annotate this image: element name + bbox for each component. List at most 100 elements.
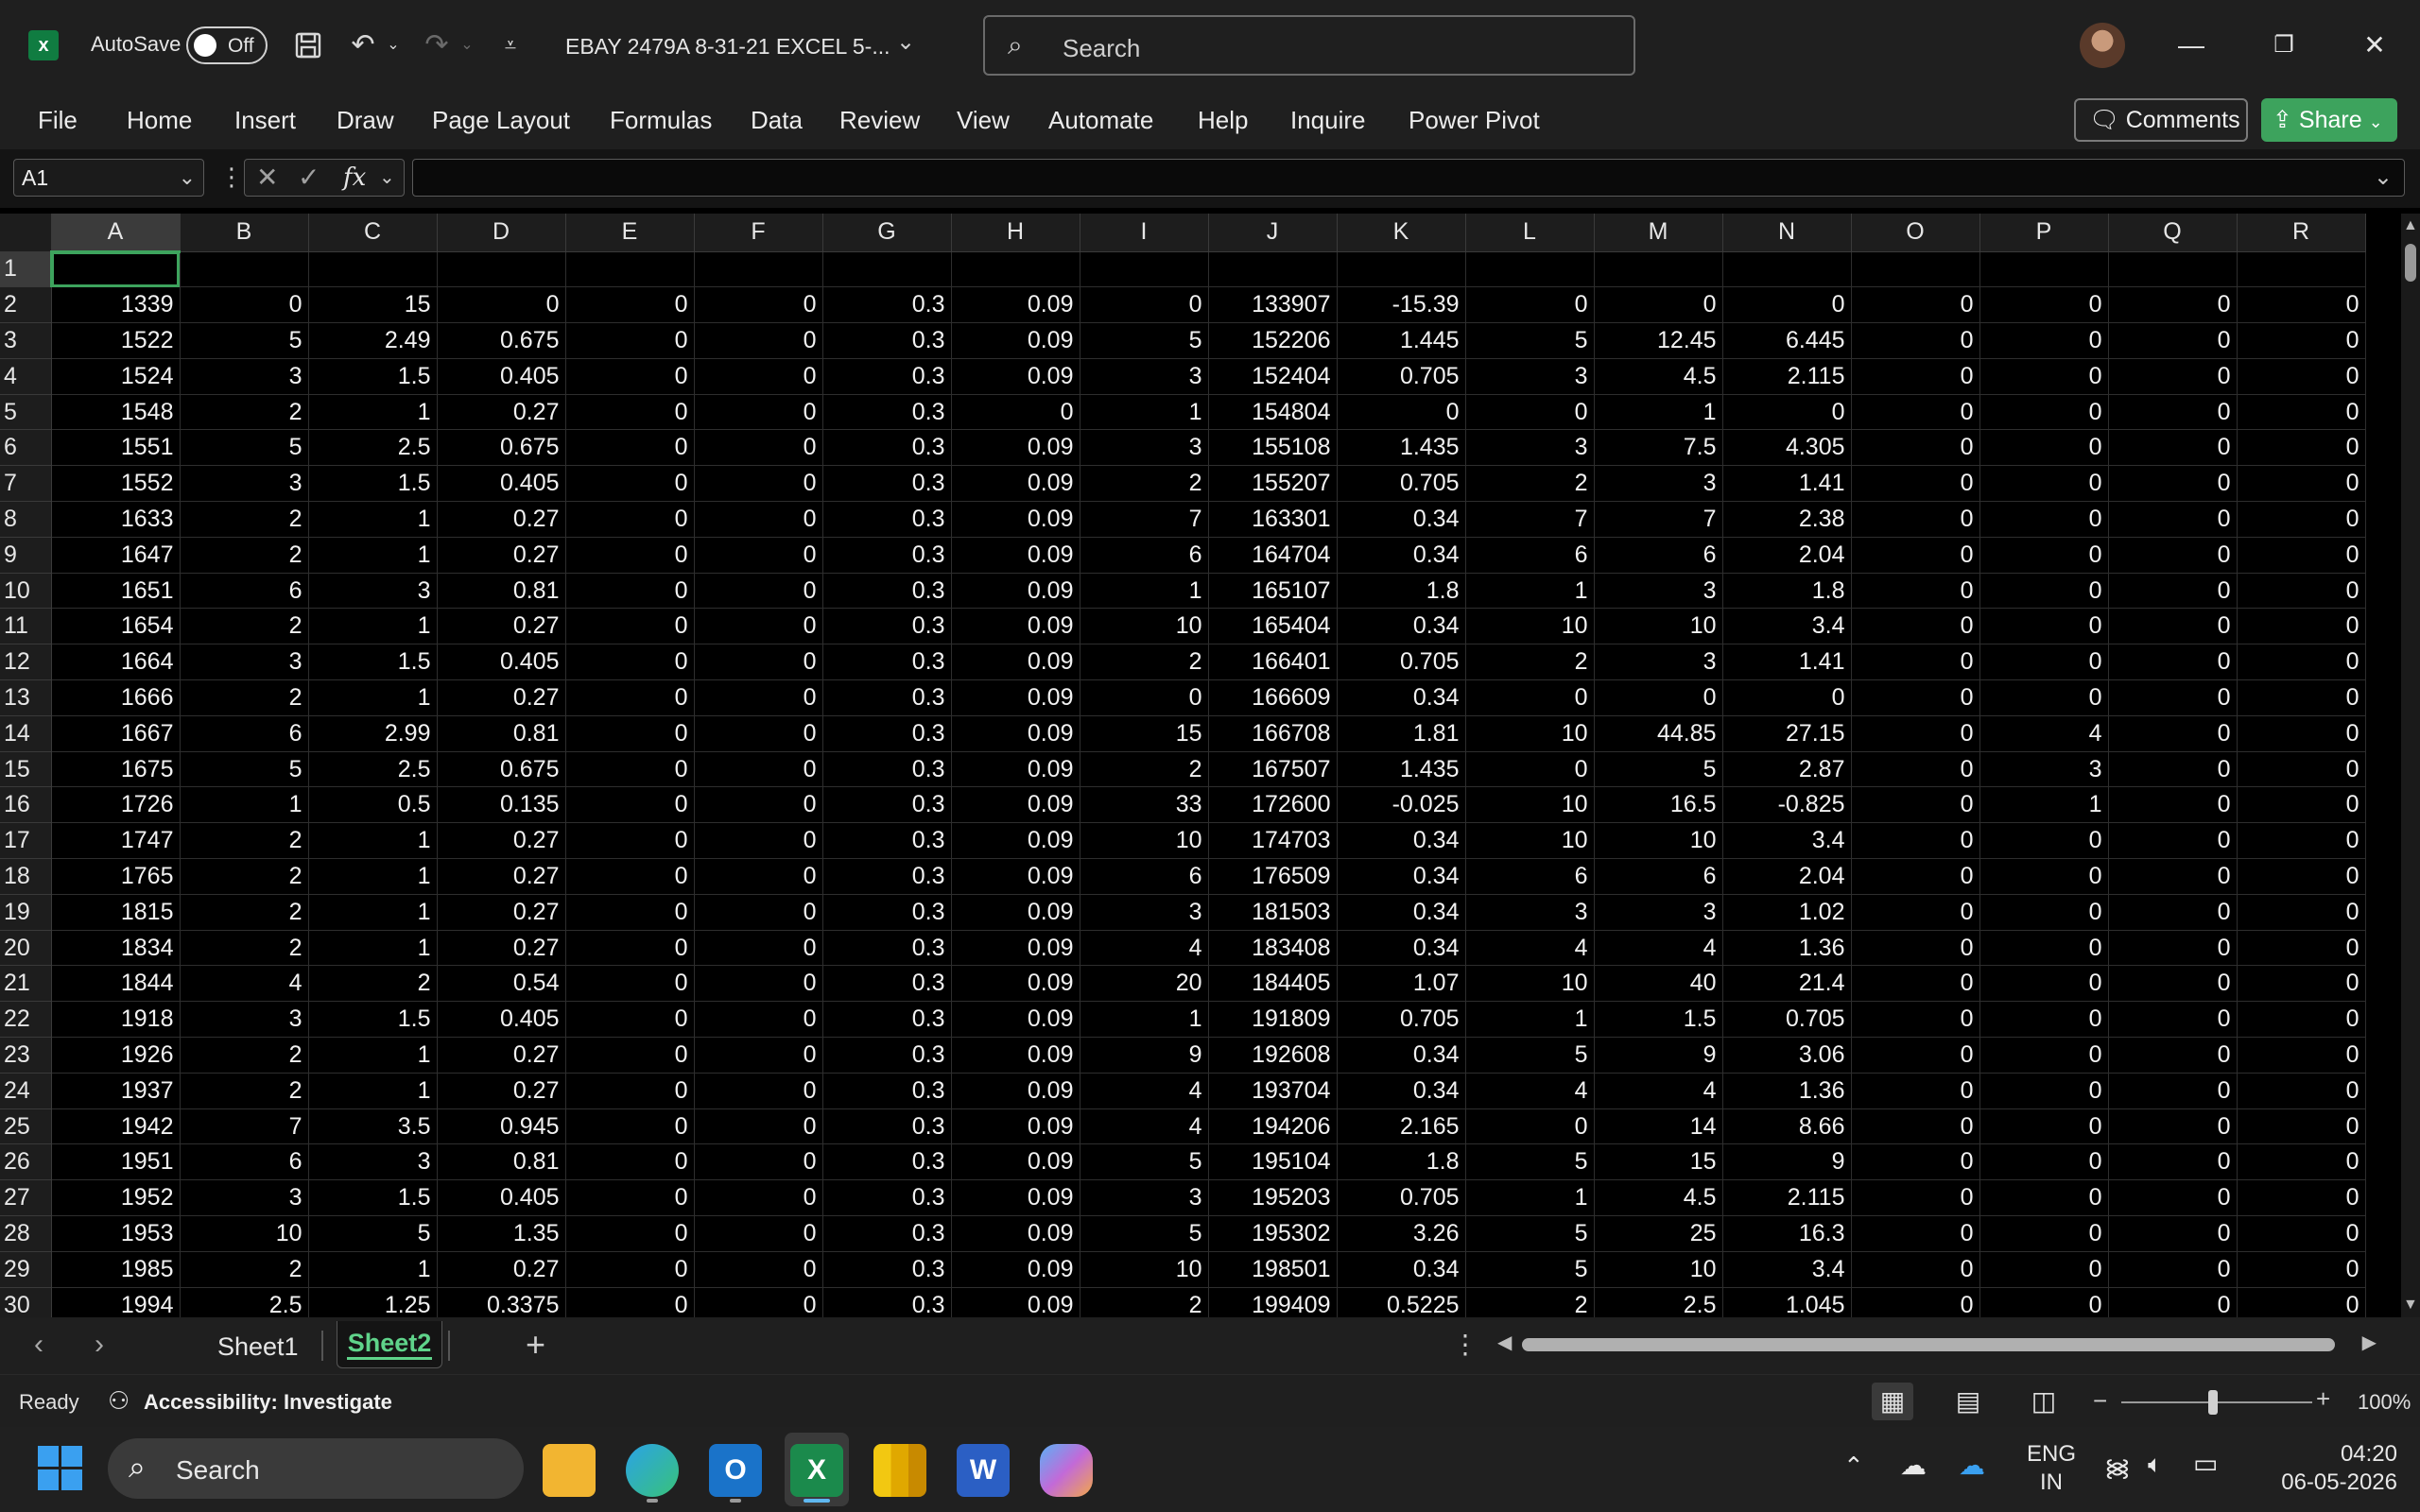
cell-q1[interactable]: [2108, 251, 2238, 288]
cell-i6[interactable]: 3: [1080, 429, 1209, 467]
cell-q12[interactable]: 0: [2108, 644, 2238, 681]
cell-k17[interactable]: 0.34: [1337, 822, 1466, 860]
column-header-p[interactable]: P: [1979, 214, 2109, 252]
worksheet-grid[interactable]: ABCDEFGHIJKLMNOPQR 1 2 1339 0 15 0 0 0 0.3 0.09 0 1…: [0, 214, 2401, 1317]
tab-view[interactable]: View: [957, 106, 1010, 135]
cell-b23[interactable]: 2: [180, 1037, 309, 1074]
cell-a11[interactable]: 1654: [51, 608, 181, 645]
cell-g29[interactable]: 0.3: [822, 1251, 952, 1288]
cell-h1[interactable]: [951, 251, 1080, 288]
row-header[interactable]: 4: [0, 358, 52, 395]
cell-q21[interactable]: 0: [2108, 965, 2238, 1003]
cell-o5[interactable]: 0: [1851, 394, 1980, 431]
cell-i7[interactable]: 2: [1080, 465, 1209, 503]
name-box[interactable]: A1 ⌄: [13, 159, 204, 197]
cell-q24[interactable]: 0: [2108, 1073, 2238, 1109]
cell-e4[interactable]: 0: [565, 358, 695, 395]
cell-a27[interactable]: 1952: [51, 1179, 181, 1217]
cell-m10[interactable]: 3: [1594, 573, 1723, 610]
cell-f3[interactable]: 0: [694, 322, 823, 359]
outlook-icon[interactable]: O: [709, 1444, 762, 1497]
accessibility-icon[interactable]: ⚇: [108, 1386, 130, 1416]
cell-m18[interactable]: 6: [1594, 858, 1723, 895]
column-header-f[interactable]: F: [694, 214, 823, 252]
vertical-scrollbar[interactable]: ▲ ▼: [2401, 214, 2420, 1317]
cell-d14[interactable]: 0.81: [437, 715, 566, 752]
cell-l1[interactable]: [1465, 251, 1595, 288]
cell-h29[interactable]: 0.09: [951, 1251, 1080, 1288]
cell-f15[interactable]: 0: [694, 751, 823, 788]
avatar[interactable]: [2080, 23, 2125, 68]
cell-i15[interactable]: 2: [1080, 751, 1209, 788]
cell-d6[interactable]: 0.675: [437, 429, 566, 467]
cell-n24[interactable]: 1.36: [1722, 1073, 1852, 1109]
cell-n2[interactable]: 0: [1722, 286, 1852, 324]
cell-f29[interactable]: 0: [694, 1251, 823, 1288]
cell-p21[interactable]: 0: [1979, 965, 2109, 1003]
cell-j5[interactable]: 154804: [1208, 394, 1338, 431]
cell-l12[interactable]: 2: [1465, 644, 1595, 681]
power-bi-icon[interactable]: [873, 1444, 926, 1497]
cell-j29[interactable]: 198501: [1208, 1251, 1338, 1288]
cell-q2[interactable]: 0: [2108, 286, 2238, 324]
taskbar-search[interactable]: ⌕ Search: [108, 1438, 524, 1499]
cell-o13[interactable]: 0: [1851, 679, 1980, 716]
zoom-slider-thumb[interactable]: [2208, 1390, 2218, 1415]
cell-n22[interactable]: 0.705: [1722, 1001, 1852, 1039]
cell-p17[interactable]: 0: [1979, 822, 2109, 860]
cell-e14[interactable]: 0: [565, 715, 695, 752]
cell-b16[interactable]: 1: [180, 786, 309, 824]
cell-e9[interactable]: 0: [565, 537, 695, 574]
cell-g10[interactable]: 0.3: [822, 573, 952, 610]
cell-e15[interactable]: 0: [565, 751, 695, 788]
row-header[interactable]: 25: [0, 1108, 52, 1145]
cell-c7[interactable]: 1.5: [308, 465, 438, 503]
cell-m21[interactable]: 40: [1594, 965, 1723, 1003]
cell-m19[interactable]: 3: [1594, 894, 1723, 931]
cell-h26[interactable]: 0.09: [951, 1143, 1080, 1181]
cell-l21[interactable]: 10: [1465, 965, 1595, 1003]
excel-icon[interactable]: X: [790, 1444, 843, 1497]
cell-b9[interactable]: 2: [180, 537, 309, 574]
cell-p10[interactable]: 0: [1979, 573, 2109, 610]
cell-e2[interactable]: 0: [565, 286, 695, 324]
cell-b8[interactable]: 2: [180, 501, 309, 538]
cell-p8[interactable]: 0: [1979, 501, 2109, 538]
cell-d18[interactable]: 0.27: [437, 858, 566, 895]
row-header[interactable]: 1: [0, 251, 53, 288]
cell-r6[interactable]: 0: [2237, 429, 2366, 467]
cell-b11[interactable]: 2: [180, 608, 309, 645]
cell-j8[interactable]: 163301: [1208, 501, 1338, 538]
cell-c24[interactable]: 1: [308, 1073, 438, 1109]
cell-j13[interactable]: 166609: [1208, 679, 1338, 716]
cell-q9[interactable]: 0: [2108, 537, 2238, 574]
cell-n11[interactable]: 3.4: [1722, 608, 1852, 645]
row-header[interactable]: 22: [0, 1001, 52, 1039]
cell-f16[interactable]: 0: [694, 786, 823, 824]
enter-icon[interactable]: ✓: [298, 162, 320, 193]
battery-icon[interactable]: ▭: [2193, 1448, 2218, 1479]
cell-f23[interactable]: 0: [694, 1037, 823, 1074]
cell-i26[interactable]: 5: [1080, 1143, 1209, 1181]
cell-l25[interactable]: 0: [1465, 1108, 1595, 1145]
cell-d17[interactable]: 0.27: [437, 822, 566, 860]
cell-p15[interactable]: 3: [1979, 751, 2109, 788]
cell-g30[interactable]: 0.3: [822, 1287, 952, 1317]
cell-c6[interactable]: 2.5: [308, 429, 438, 467]
cell-o26[interactable]: 0: [1851, 1143, 1980, 1181]
tab-data[interactable]: Data: [751, 106, 803, 135]
cell-e23[interactable]: 0: [565, 1037, 695, 1074]
cell-m4[interactable]: 4.5: [1594, 358, 1723, 395]
row-header[interactable]: 14: [0, 715, 52, 752]
cell-n29[interactable]: 3.4: [1722, 1251, 1852, 1288]
cell-j16[interactable]: 172600: [1208, 786, 1338, 824]
cell-b25[interactable]: 7: [180, 1108, 309, 1145]
cell-p16[interactable]: 1: [1979, 786, 2109, 824]
cell-k12[interactable]: 0.705: [1337, 644, 1466, 681]
cell-r28[interactable]: 0: [2237, 1215, 2366, 1252]
cell-k11[interactable]: 0.34: [1337, 608, 1466, 645]
cell-r7[interactable]: 0: [2237, 465, 2366, 503]
page-layout-view-icon[interactable]: ▤: [1947, 1383, 1989, 1420]
cell-g18[interactable]: 0.3: [822, 858, 952, 895]
cell-q5[interactable]: 0: [2108, 394, 2238, 431]
